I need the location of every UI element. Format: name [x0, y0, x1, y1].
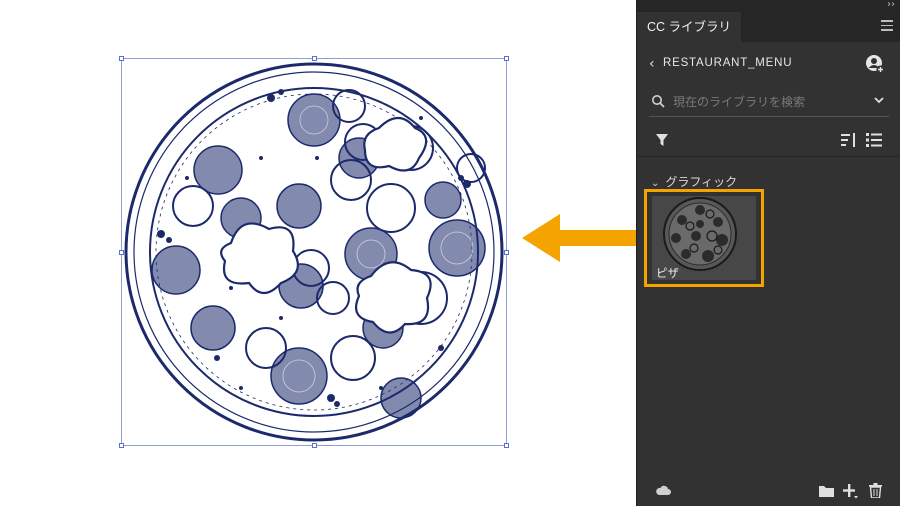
- folder-icon[interactable]: [819, 485, 834, 497]
- collapse-panel-icon[interactable]: ››: [887, 0, 895, 10]
- search-input[interactable]: [671, 90, 865, 114]
- search-bar: [649, 88, 889, 117]
- artboard-canvas: [0, 0, 650, 506]
- list-view-icon[interactable]: [866, 132, 882, 148]
- panel-title-bar: ››: [637, 0, 900, 12]
- arrow-icon: [522, 214, 650, 262]
- chevron-down-icon: ⌄: [651, 178, 660, 189]
- search-icon: [652, 95, 665, 108]
- plus-icon[interactable]: [842, 483, 858, 499]
- asset-highlight-frame: [644, 189, 764, 287]
- panel-footer: [637, 474, 900, 506]
- chevron-down-icon[interactable]: [873, 94, 885, 106]
- panel-tab-strip: CC ライブラリ: [637, 12, 900, 42]
- cloud-icon[interactable]: [655, 484, 671, 496]
- hamburger-menu-icon[interactable]: [881, 20, 893, 32]
- section-title: グラフィック: [665, 175, 738, 189]
- pizza-illustration[interactable]: [121, 58, 507, 446]
- add-user-icon[interactable]: [865, 54, 885, 74]
- library-header: ‹ RESTAURANT_MENU: [637, 48, 900, 80]
- section-header-graphics[interactable]: ⌄ グラフィック: [651, 173, 737, 190]
- trash-icon[interactable]: [869, 483, 882, 498]
- tab-cc-libraries[interactable]: CC ライブラリ: [637, 12, 742, 42]
- filter-toolbar: [637, 124, 900, 157]
- library-name[interactable]: RESTAURANT_MENU: [663, 57, 792, 69]
- sort-icon[interactable]: [841, 132, 857, 148]
- filter-icon[interactable]: [655, 133, 669, 147]
- chevron-left-icon[interactable]: ‹: [649, 56, 655, 72]
